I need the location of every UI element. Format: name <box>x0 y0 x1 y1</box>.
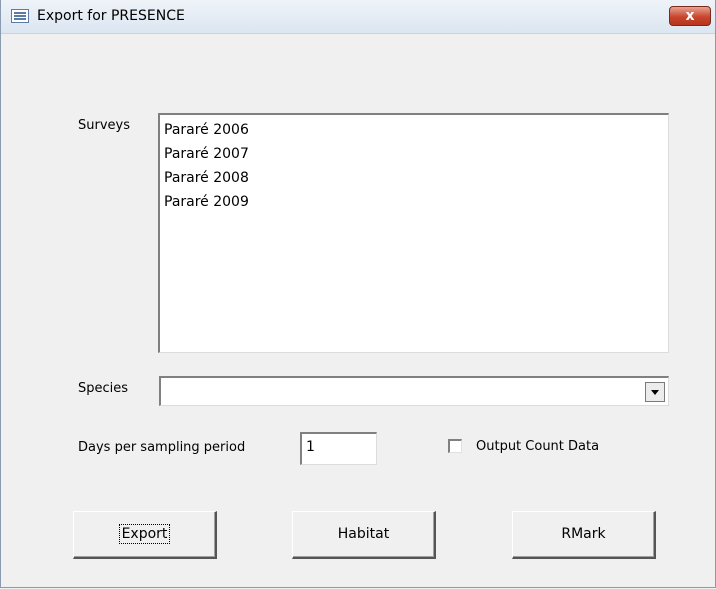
rmark-button-label: RMark <box>561 526 606 542</box>
species-label: Species <box>78 381 129 396</box>
survey-list-item[interactable]: Pararé 2008 <box>164 166 664 190</box>
rmark-button[interactable]: RMark <box>512 511 656 559</box>
survey-list-item[interactable]: Pararé 2006 <box>164 118 664 142</box>
close-icon: x <box>685 8 695 24</box>
output-count-checkbox[interactable] <box>448 439 462 453</box>
species-dropdown-button[interactable] <box>645 382 665 402</box>
survey-list-item[interactable]: Pararé 2007 <box>164 142 664 166</box>
close-button[interactable]: x <box>669 6 711 26</box>
surveys-label: Surveys <box>78 118 130 133</box>
export-dialog: Export for PRESENCE x Surveys Pararé 200… <box>0 0 716 588</box>
habitat-button[interactable]: Habitat <box>292 511 436 559</box>
form-icon <box>11 9 29 23</box>
species-combobox[interactable] <box>159 376 669 406</box>
output-count-label: Output Count Data <box>476 439 600 454</box>
survey-list-item[interactable]: Pararé 2009 <box>164 190 664 214</box>
window-title: Export for PRESENCE <box>37 8 185 24</box>
export-button[interactable]: Export <box>73 511 217 559</box>
days-per-period-label: Days per sampling period <box>78 440 246 455</box>
title-bar[interactable]: Export for PRESENCE x <box>1 0 715 34</box>
habitat-button-label: Habitat <box>337 526 390 542</box>
surveys-listbox[interactable]: Pararé 2006 Pararé 2007 Pararé 2008 Para… <box>158 113 669 353</box>
export-button-label: Export <box>118 524 171 544</box>
days-per-period-input[interactable]: 1 <box>300 432 377 465</box>
chevron-down-icon <box>651 390 659 395</box>
